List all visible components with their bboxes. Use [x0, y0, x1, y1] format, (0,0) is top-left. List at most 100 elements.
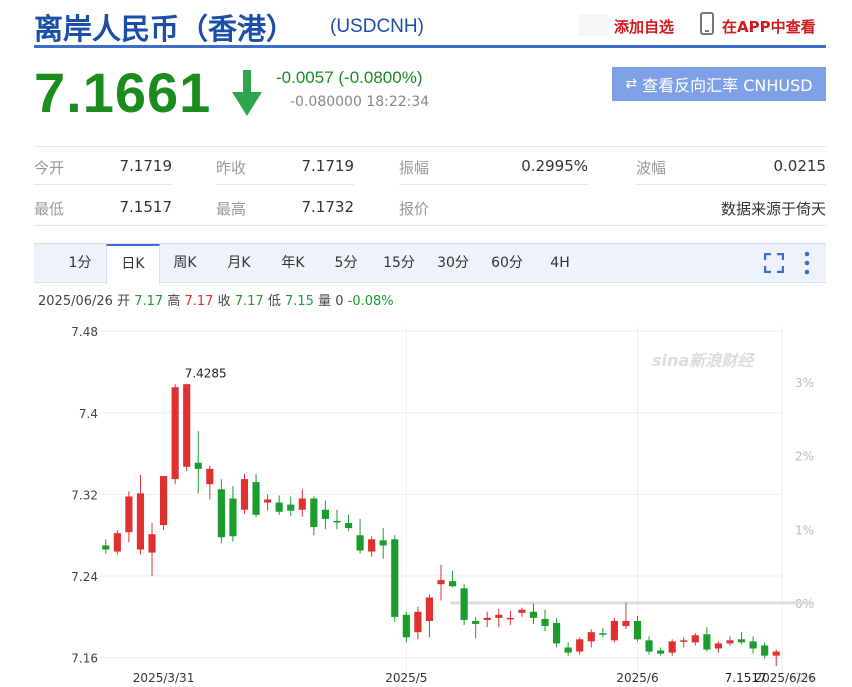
candle-body — [368, 539, 376, 552]
candle-body — [333, 520, 341, 523]
phone-icon[interactable] — [700, 12, 714, 35]
candle-body — [668, 641, 676, 653]
candle-body — [194, 462, 202, 469]
more-menu-icon[interactable] — [800, 250, 814, 276]
ohlc-close: 7.17 — [234, 294, 264, 309]
period-tabs: 1分 日K 周K 月K 年K 5分 15分 30分 60分 4H — [34, 243, 826, 284]
candle-body — [518, 609, 526, 613]
ohlc-open-label: 开 — [117, 294, 131, 309]
tab-15min[interactable]: 15分 — [374, 244, 424, 283]
stat-value: 7.1719 — [301, 157, 355, 175]
stats-panel: 今开 7.1719 昨收 7.1719 振幅 0.2995% 波幅 0.0215… — [34, 146, 826, 226]
candle-body — [495, 614, 503, 618]
stat-value: 0.2995% — [521, 157, 588, 175]
stat-label: 今开 — [34, 159, 65, 177]
pct-tick-label: 1% — [795, 523, 814, 537]
candle-body — [113, 533, 121, 552]
watermark: sina新浪财经 — [652, 351, 755, 370]
reverse-rate-label: 查看反向汇率 CNHUSD — [642, 76, 813, 95]
max-annotation: 7.4285 — [185, 367, 227, 381]
candle-body — [599, 633, 607, 635]
candle-body — [171, 387, 179, 480]
stat-label: 昨收 — [216, 159, 247, 177]
divider — [34, 184, 172, 185]
y-tick-label: 7.16 — [71, 652, 98, 666]
tab-60min[interactable]: 60分 — [482, 244, 532, 283]
divider — [636, 184, 826, 185]
candle-body — [391, 539, 399, 617]
candle-body — [657, 650, 665, 654]
candle-body — [761, 645, 769, 656]
tab-1min[interactable]: 1分 — [52, 244, 108, 283]
view-in-app-link[interactable]: 在APP中查看 — [722, 16, 816, 37]
candle-body — [483, 617, 491, 620]
tab-30min[interactable]: 30分 — [428, 244, 478, 283]
candle-body — [680, 640, 688, 642]
stat-label: 报价 — [399, 200, 430, 218]
stat-label: 振幅 — [399, 159, 430, 177]
header-placeholder — [578, 14, 608, 36]
candle-body — [287, 504, 295, 511]
data-source: 数据来源于倚天 — [720, 200, 826, 218]
candle-body — [183, 384, 191, 467]
candle-body — [691, 635, 699, 643]
tab-daily[interactable]: 日K — [106, 244, 160, 284]
x-tick-label: 2025/6 — [616, 671, 658, 685]
candle-body — [506, 617, 514, 620]
candle-body — [425, 597, 434, 621]
tab-monthly[interactable]: 月K — [214, 244, 264, 283]
candle-body — [321, 509, 329, 519]
quote-time: 18:22:34 — [366, 94, 430, 110]
ohlc-volume-label: 量 — [318, 294, 332, 309]
add-watchlist-link[interactable]: 添加自选 — [614, 16, 674, 37]
pct-tick-label: 3% — [795, 376, 814, 390]
candle-body — [749, 641, 757, 649]
page-header: 离岸人民币（香港） (USDCNH) 添加自选 在APP中查看 — [34, 4, 826, 48]
ohlc-readout: 2025/06/26 开 7.17 高 7.17 收 7.17 低 7.15 量… — [38, 290, 394, 309]
fullscreen-icon[interactable] — [764, 253, 784, 273]
tab-4h[interactable]: 4H — [536, 244, 584, 283]
candle-body — [102, 545, 110, 550]
swap-icon: ⇄ — [625, 76, 638, 92]
ohlc-date: 2025/06/26 — [38, 294, 113, 309]
candle-body — [703, 634, 711, 650]
tab-5min[interactable]: 5分 — [322, 244, 370, 283]
stat-value: 0.0215 — [773, 157, 827, 175]
candle-body — [148, 534, 156, 553]
y-tick-label: 7.24 — [71, 570, 98, 584]
candle-body — [772, 651, 780, 656]
candle-body — [298, 498, 306, 510]
candlestick-chart[interactable]: 7.487.47.327.247.163%2%1%0%-1%2025/3/312… — [0, 318, 852, 687]
stat-value: 7.1732 — [301, 198, 355, 216]
candle-body — [414, 611, 422, 633]
stat-value: 7.1719 — [119, 157, 173, 175]
candle-body — [714, 643, 723, 649]
ohlc-high-label: 高 — [167, 294, 181, 309]
tab-weekly[interactable]: 周K — [160, 244, 210, 283]
ohlc-open: 7.17 — [134, 294, 164, 309]
ohlc-low-label: 低 — [267, 294, 281, 309]
ohlc-low: 7.15 — [284, 294, 314, 309]
candle-body — [206, 468, 214, 485]
current-price: 7.1661 — [34, 61, 212, 124]
candle-body — [541, 618, 549, 627]
reverse-rate-button[interactable]: ⇄ 查看反向汇率 CNHUSD — [612, 67, 826, 101]
candle-body — [159, 476, 168, 526]
stat-label: 波幅 — [636, 159, 667, 177]
divider — [216, 184, 354, 185]
candle-body — [610, 620, 618, 641]
candle-body — [402, 614, 410, 638]
sub-change-line: -0.080000 18:22:34 — [290, 94, 429, 110]
candle-body — [460, 588, 468, 620]
stat-label: 最高 — [216, 200, 247, 218]
candle-body — [136, 493, 145, 550]
candle-body — [472, 620, 480, 625]
down-arrow-icon — [232, 70, 262, 116]
page-title: 离岸人民币（香港） — [34, 12, 296, 46]
candle-body — [529, 611, 538, 618]
candle-body — [264, 499, 272, 503]
x-tick-label: 2025/5 — [385, 671, 427, 685]
pct-tick-label: 2% — [795, 450, 814, 464]
tab-yearly[interactable]: 年K — [268, 244, 318, 283]
currency-code: (USDCNH) — [330, 16, 424, 37]
